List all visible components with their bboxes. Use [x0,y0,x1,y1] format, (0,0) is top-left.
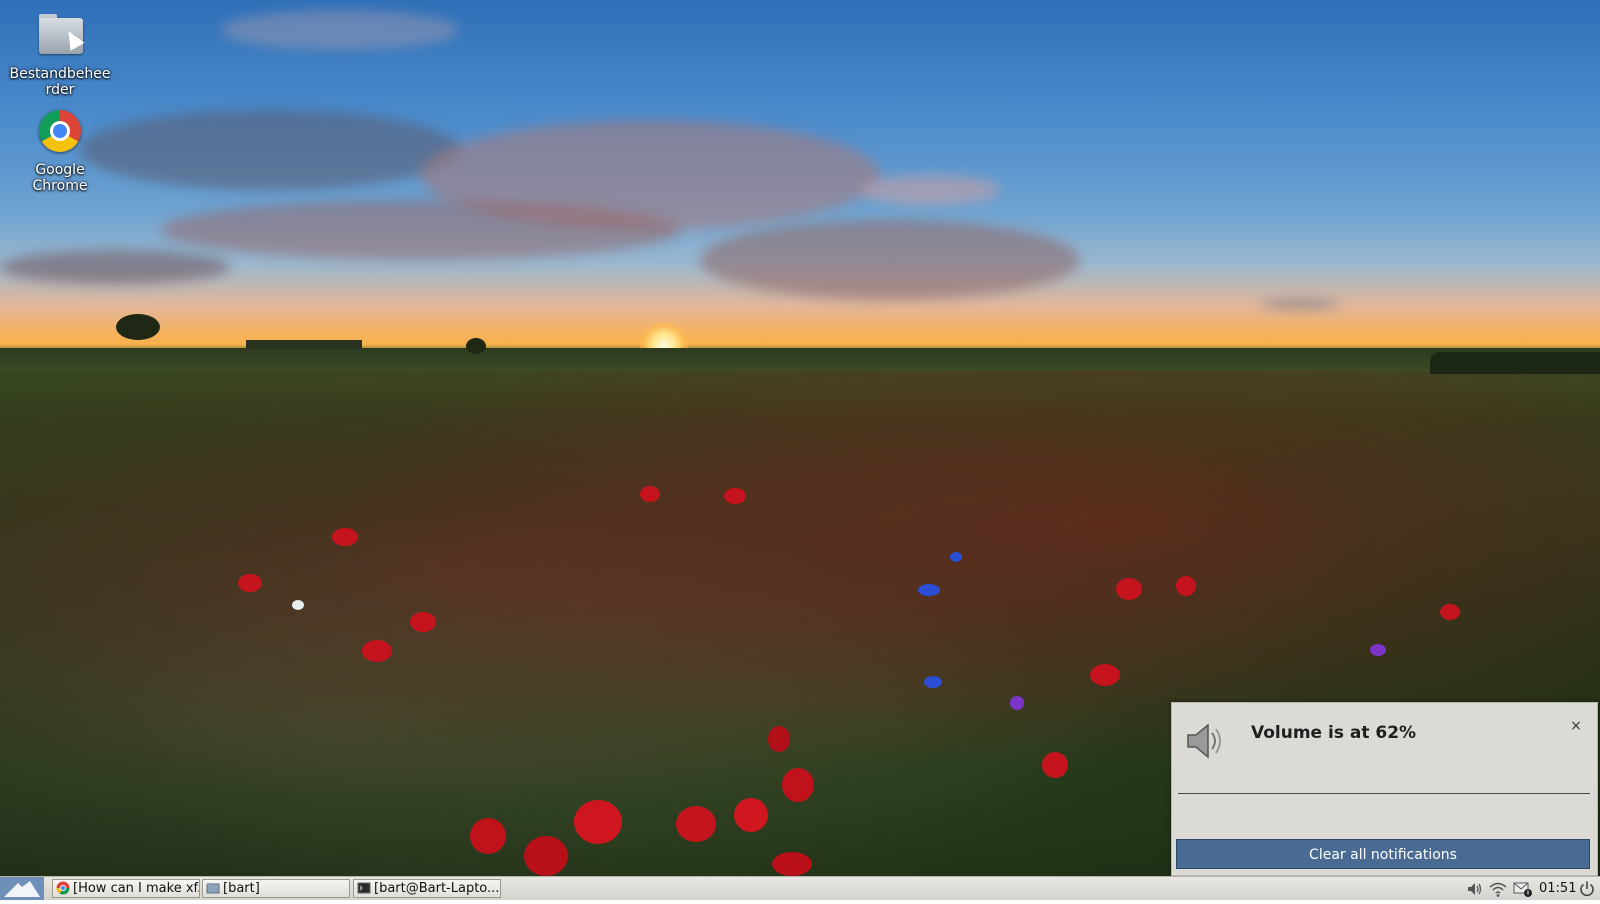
notification-divider [1178,793,1590,794]
cornflower [950,552,962,562]
poppy [640,486,660,502]
poppy [470,818,506,854]
volume-tray-icon[interactable] [1466,880,1484,898]
tree [116,314,160,340]
folder-icon [206,881,220,895]
task-label: [bart@Bart-Lapto... [374,881,500,896]
speaker-icon [1182,719,1226,763]
clock[interactable]: 01:51 [1539,880,1576,898]
poppy [734,798,768,832]
cloud [700,220,1080,300]
notification-tray-icon[interactable] [1513,880,1533,898]
cloud [160,200,680,260]
poppy [768,726,790,752]
clear-all-notifications-button[interactable]: Clear all notifications [1176,839,1590,869]
task-label: [bart] [223,881,260,896]
poppy [1090,664,1120,686]
start-menu-icon [0,877,44,900]
cornflower [1010,696,1024,710]
poppy [410,612,436,632]
poppy [574,800,622,844]
tree-line [1430,352,1600,374]
start-menu-button[interactable] [0,877,44,900]
tree [466,338,486,354]
poppy [1176,576,1196,596]
power-button[interactable] [1578,880,1596,898]
desktop-icon-file-manager[interactable]: Bestandbeheerder [8,14,112,98]
cloud [0,250,230,284]
poppy [1116,578,1142,600]
chrome-icon [56,881,70,895]
wifi-icon [1489,882,1507,897]
taskbar-task-file-manager[interactable]: [bart] [202,879,350,898]
poppy [1440,604,1460,620]
poppy [772,852,812,876]
desktop-icon-label: Google Chrome [32,162,88,194]
cloud [1260,300,1340,308]
poppy [238,574,262,592]
horizon-hills [0,348,1600,372]
desktop-icon-label: Bestandbeheerder [9,66,111,98]
chrome-icon [35,110,85,156]
poppy [676,806,716,842]
cornflower [924,676,942,688]
poppy [724,488,746,504]
close-icon[interactable]: × [1567,717,1585,735]
taskbar-task-chrome[interactable]: [How can I make xf... [52,879,200,898]
cornflower [1370,644,1386,656]
taskbar: [How can I make xf... [bart] [bart@Bart-… [0,876,1600,900]
cloud [80,110,460,190]
poppy [782,768,814,802]
volume-notification: Volume is at 62% × Clear all notificatio… [1171,702,1598,876]
notification-title: Volume is at 62% [1251,723,1417,743]
desktop-icon-google-chrome[interactable]: Google Chrome [8,110,112,194]
wifi-tray-icon[interactable] [1489,880,1507,898]
notification-icon [1513,882,1532,897]
poppy [1042,752,1068,778]
folder-icon [35,14,85,60]
terminal-icon [357,881,371,895]
daisy [292,600,304,610]
poppy [332,528,358,546]
cloud [860,175,1000,205]
cloud [220,10,460,50]
barn [246,340,362,349]
cornflower [918,584,940,596]
taskbar-task-terminal[interactable]: [bart@Bart-Lapto... [353,879,501,898]
poppy [524,836,568,876]
poppy [362,640,392,662]
task-label: [How can I make xf... [73,881,200,896]
speaker-icon [1468,883,1482,895]
power-icon [1580,881,1594,897]
